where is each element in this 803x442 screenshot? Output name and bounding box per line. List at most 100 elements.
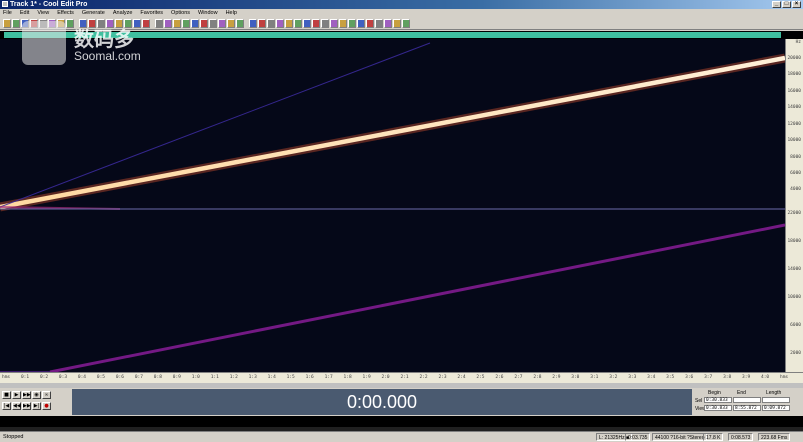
panel-scrollbar[interactable]	[790, 389, 802, 415]
toolbar-button[interactable]	[182, 18, 190, 28]
hruler-tick: 4:0	[761, 375, 770, 380]
toolbar-button[interactable]	[276, 18, 284, 28]
play-to-end-button[interactable]: ▶▶	[22, 391, 31, 399]
hruler-tick: 3:0	[571, 375, 580, 380]
hruler-tick: 3:7	[704, 375, 713, 380]
menu-analyze[interactable]: Analyze	[113, 9, 133, 17]
menu-view[interactable]: View	[37, 9, 49, 17]
close-button[interactable]: ×	[792, 1, 801, 8]
menu-favorites[interactable]: Favorites	[140, 9, 163, 17]
toolbar-button[interactable]	[393, 18, 401, 28]
loop-button[interactable]: ∞	[42, 391, 51, 399]
vruler-tick: 8000	[790, 155, 801, 160]
toolbar-button[interactable]	[357, 18, 365, 28]
hruler-tick: 2:4	[457, 375, 466, 380]
hruler-tick: 1:2	[229, 375, 238, 380]
play-button[interactable]: ▶	[12, 391, 21, 399]
toolbar-button[interactable]	[218, 18, 226, 28]
toolbar-button[interactable]	[366, 18, 374, 28]
play-looped-button[interactable]: ◉	[32, 391, 41, 399]
toolbar-separator	[245, 19, 248, 28]
hruler-tick: 1:1	[210, 375, 219, 380]
vruler-tick: 14000	[787, 105, 801, 110]
menu-edit[interactable]: Edit	[20, 9, 29, 17]
app-icon[interactable]	[2, 1, 8, 7]
hruler-tick: 3:3	[628, 375, 637, 380]
vruler-tick: 18000	[787, 72, 801, 77]
hruler-tick: 0:7	[134, 375, 143, 380]
toolbar-button[interactable]	[402, 18, 410, 28]
time-ruler[interactable]: hms 0:1 0:2 0:3 0:4 0:5 0:6 0:7 0:8 0:9 1:0 1:1 1:2 1…	[0, 372, 803, 383]
vruler-tick: 10000	[787, 138, 801, 143]
menu-options[interactable]: Options	[171, 9, 190, 17]
toolbar-button[interactable]	[12, 18, 20, 28]
toolbar-button[interactable]	[173, 18, 181, 28]
stop-button[interactable]: ■	[2, 391, 11, 399]
frequency-ruler[interactable]: Hz 20000 18000 16000 14000 12000 10000 8…	[785, 39, 803, 372]
hruler-tick: 1:4	[267, 375, 276, 380]
status-free-space: 223.68 Fms	[758, 433, 791, 441]
hruler-tick: 3:4	[647, 375, 656, 380]
hruler-tick: 0:6	[115, 375, 124, 380]
rewind-button[interactable]: ◀◀	[12, 402, 21, 410]
maximize-button[interactable]: □	[782, 1, 791, 8]
hruler-tick: 2:2	[419, 375, 428, 380]
time-display: 0:00.000	[72, 389, 692, 415]
toolbar-button[interactable]	[375, 18, 383, 28]
toolbar-button[interactable]	[258, 18, 266, 28]
toolbar-button[interactable]	[384, 18, 392, 28]
toolbar-button[interactable]	[209, 18, 217, 28]
menu-generate[interactable]: Generate	[82, 9, 105, 17]
toolbar-button[interactable]	[191, 18, 199, 28]
go-to-start-button[interactable]: |◀	[2, 402, 11, 410]
window-controls: _ □ ×	[772, 1, 801, 8]
hruler-tick: 2:3	[438, 375, 447, 380]
view-end-field[interactable]: 8:55.872	[733, 405, 761, 411]
toolbar-button[interactable]	[285, 18, 293, 28]
record-button[interactable]: ●	[42, 402, 51, 410]
menu-effects[interactable]: Effects	[57, 9, 74, 17]
toolbar-button[interactable]	[236, 18, 244, 28]
hruler-tick: hms	[2, 375, 11, 380]
toolbar-button[interactable]	[348, 18, 356, 28]
menu-help[interactable]: Help	[226, 9, 237, 17]
vruler-tick: 22000	[787, 211, 801, 216]
sel-length-field[interactable]	[762, 397, 790, 403]
toolbar-button[interactable]	[227, 18, 235, 28]
view-begin-field[interactable]: 0:30.833	[704, 405, 732, 411]
hruler-tick: 1:7	[324, 375, 333, 380]
toolbar-button[interactable]	[3, 18, 11, 28]
go-to-end-button[interactable]: ▶|	[32, 402, 41, 410]
toolbar-button[interactable]	[330, 18, 338, 28]
toolbar-button[interactable]	[200, 18, 208, 28]
horizontal-scrollbar[interactable]	[0, 383, 803, 388]
sel-end-field[interactable]	[733, 397, 761, 403]
hruler-tick: 0:8	[153, 375, 162, 380]
fast-forward-button[interactable]: ▶▶	[22, 402, 31, 410]
toolbar-button[interactable]	[303, 18, 311, 28]
selection-panel: Begin End Length Sel 0:30.833 View 0:30.…	[694, 389, 790, 415]
hruler-tick: 3:6	[685, 375, 694, 380]
minimize-button[interactable]: _	[772, 1, 781, 8]
sel-begin-field[interactable]: 0:30.833	[704, 397, 732, 403]
watermark-cn: 数码多	[74, 27, 134, 51]
toolbar-button[interactable]	[267, 18, 275, 28]
title-bar: Track 1* - Cool Edit Pro _ □ ×	[0, 0, 803, 9]
watermark-en: Soomal.com	[74, 49, 141, 63]
level-meter	[0, 416, 803, 431]
view-length-field[interactable]: 0:09.872	[762, 405, 790, 411]
toolbar-button[interactable]	[249, 18, 257, 28]
status-text: Stopped	[3, 434, 24, 440]
toolbar-button[interactable]	[312, 18, 320, 28]
vruler-tick: 2000	[790, 351, 801, 356]
toolbar-button[interactable]	[339, 18, 347, 28]
menu-file[interactable]: File	[3, 9, 12, 17]
hruler-tick: 3:9	[742, 375, 751, 380]
spectral-view[interactable]	[0, 39, 785, 372]
toolbar-button[interactable]	[321, 18, 329, 28]
vruler-tick: 6000	[790, 323, 801, 328]
menu-window[interactable]: Window	[198, 9, 218, 17]
watermark: 数码多 Soomal.com	[22, 21, 172, 67]
sel-header-length: Length	[766, 390, 782, 396]
toolbar-button[interactable]	[294, 18, 302, 28]
